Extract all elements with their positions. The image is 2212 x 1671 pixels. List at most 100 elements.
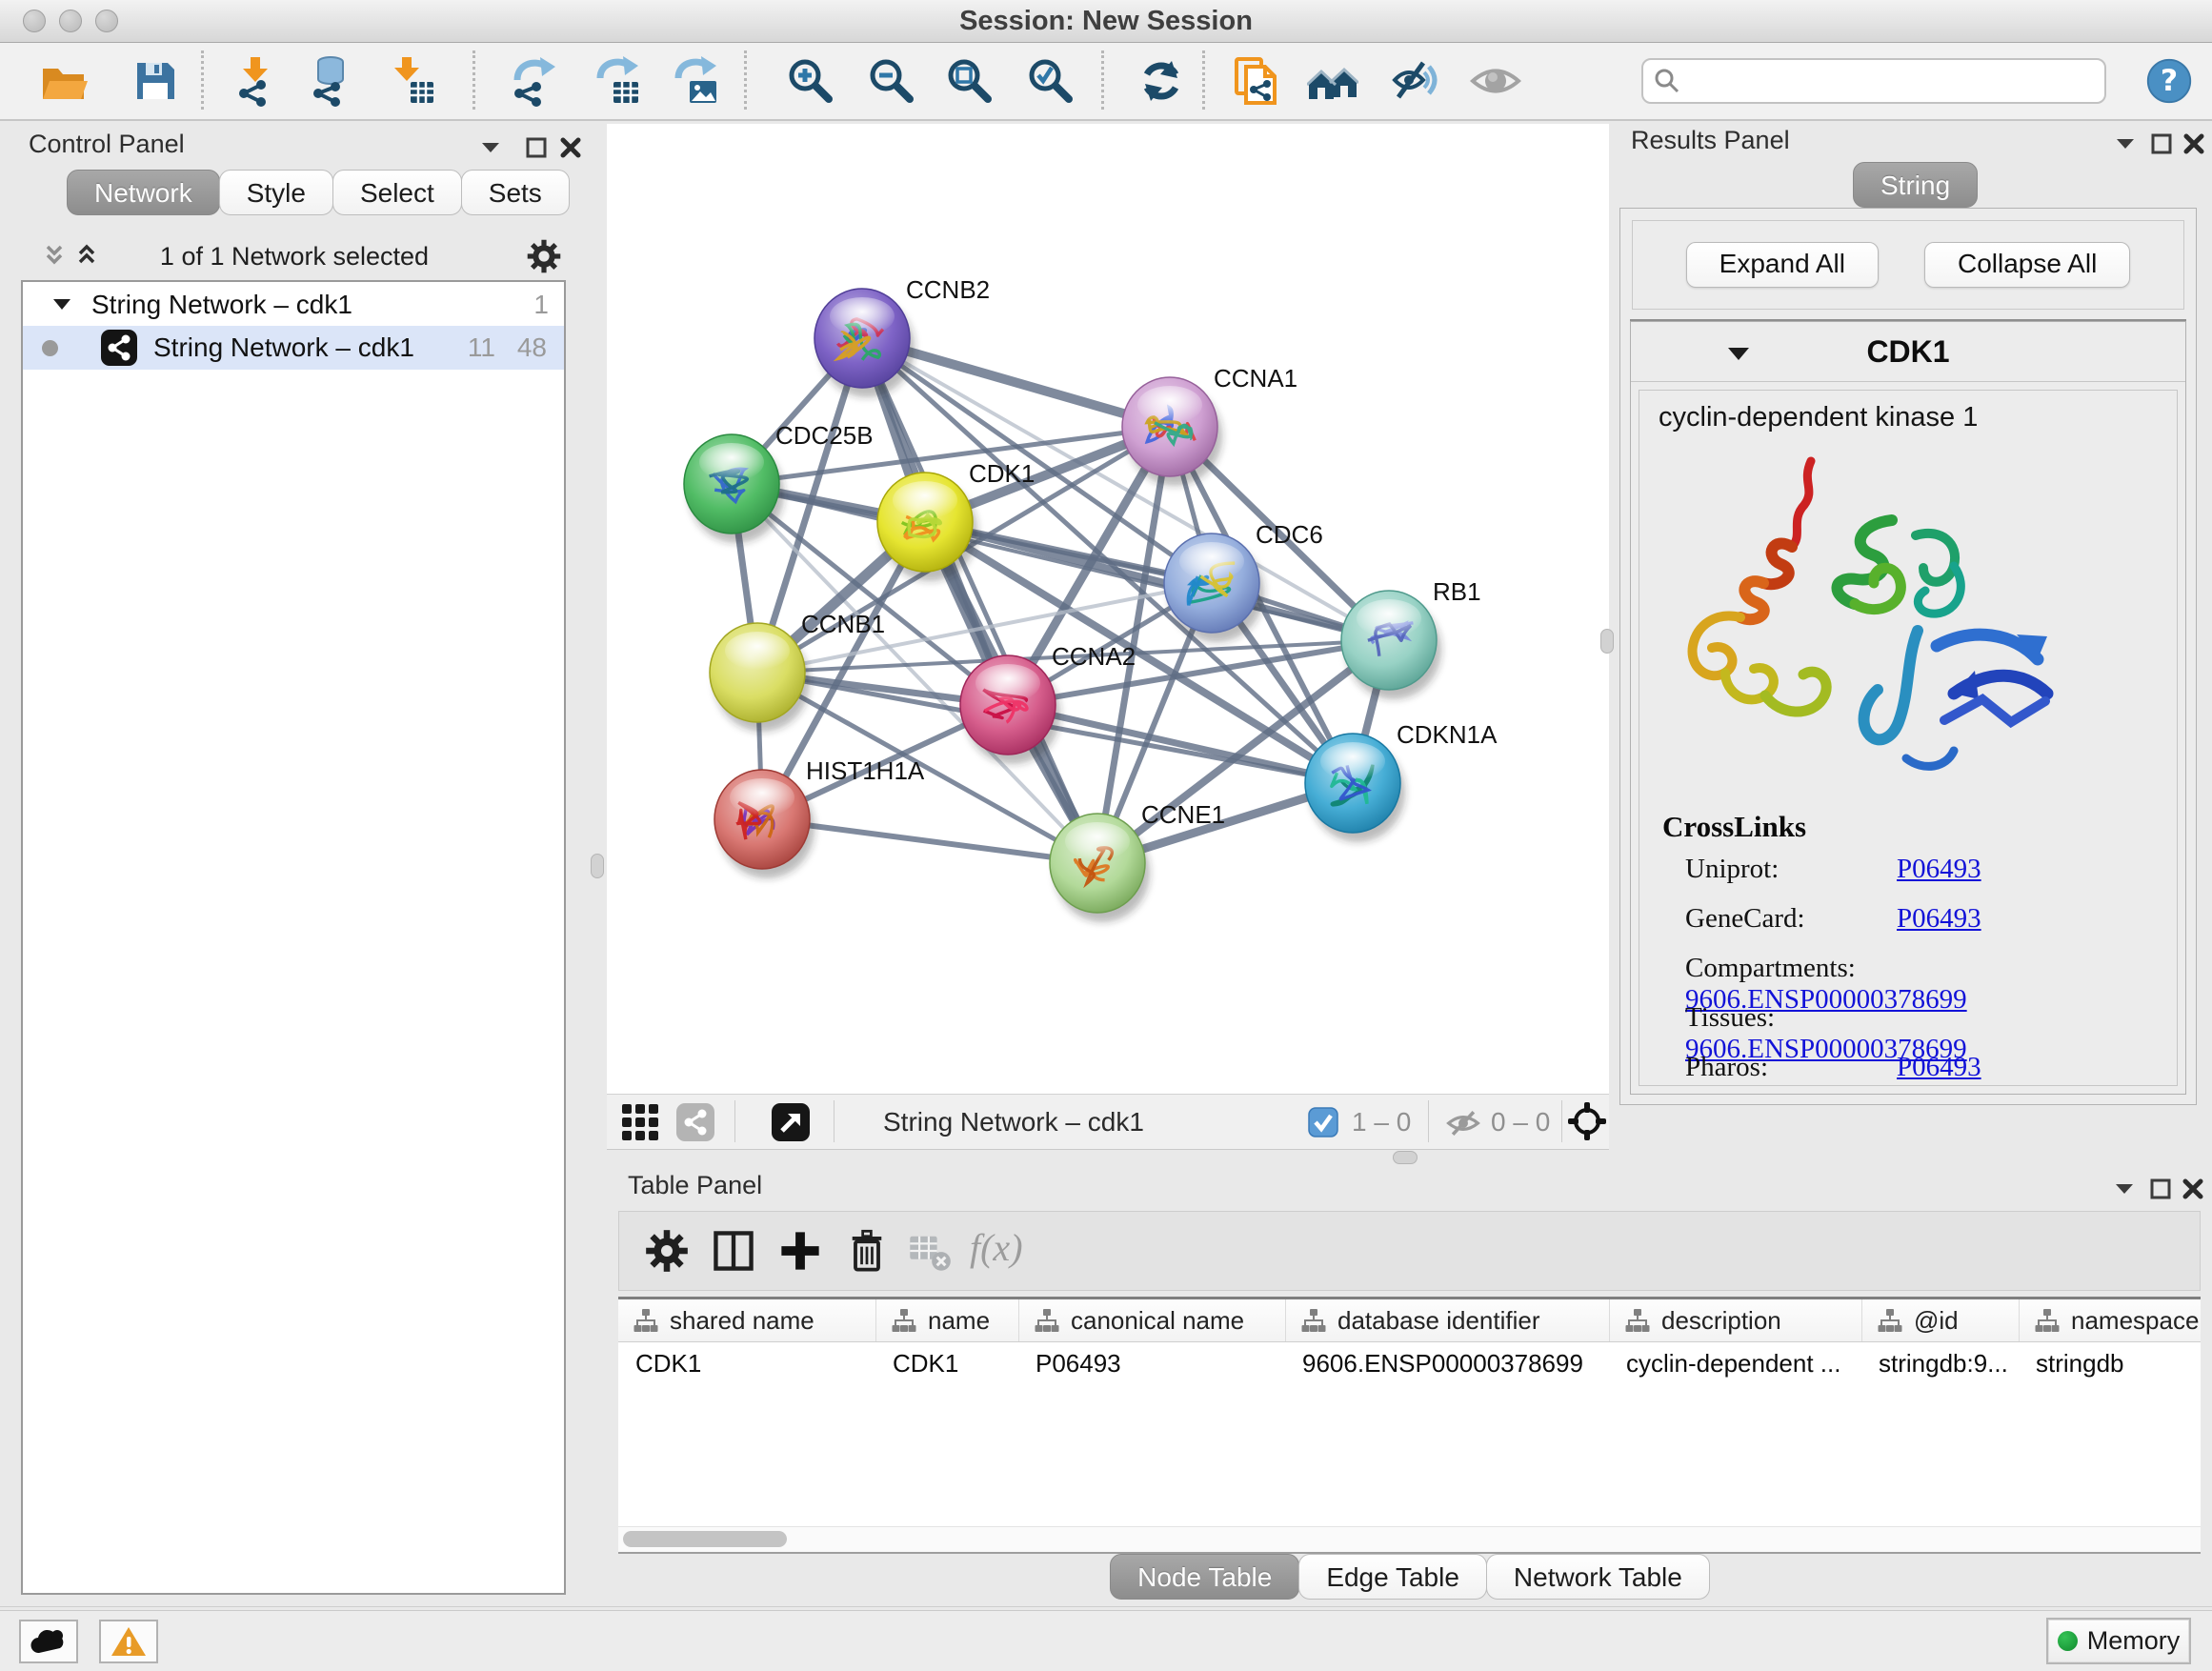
warnings-button[interactable] <box>99 1620 158 1663</box>
tab-node-table[interactable]: Node Table <box>1110 1554 1299 1600</box>
search-input[interactable] <box>1691 66 2095 97</box>
open-session-icon[interactable] <box>38 55 90 107</box>
column-header-description[interactable]: description <box>1609 1299 1861 1341</box>
table-cell[interactable]: P06493 <box>1018 1342 1285 1384</box>
tab-network[interactable]: Network <box>67 170 220 215</box>
collapse-all-button[interactable]: Collapse All <box>1924 242 2130 288</box>
search-field[interactable] <box>1641 58 2106 104</box>
tab-edge-table[interactable]: Edge Table <box>1298 1554 1487 1600</box>
import-network-from-file-icon[interactable] <box>231 55 282 107</box>
crosslink-link[interactable]: P06493 <box>1897 1052 1981 1082</box>
collapse-panel-icon[interactable] <box>2110 1175 2139 1203</box>
table-options-gear-icon[interactable] <box>644 1228 690 1274</box>
zoom-in-icon[interactable] <box>785 55 836 107</box>
node-details-header[interactable]: CDK1 <box>1631 322 2185 382</box>
network-options-gear-icon[interactable] <box>526 238 562 274</box>
network-row-selected[interactable]: String Network – cdk1 11 48 <box>23 326 564 370</box>
section-expander-icon[interactable] <box>1726 345 1751 364</box>
collapse-panel-icon[interactable] <box>2111 130 2140 158</box>
float-panel-icon[interactable] <box>522 133 551 162</box>
column-header-namespace[interactable]: namespace <box>2019 1299 2202 1341</box>
memory-button[interactable]: Memory <box>2046 1618 2191 1664</box>
tab-style[interactable]: Style <box>219 170 333 215</box>
left-splitter-handle[interactable] <box>591 854 604 878</box>
node-RB1[interactable]: RB1 <box>1341 577 1481 699</box>
expand-all-button[interactable]: Expand All <box>1686 242 1879 288</box>
network-collection-row[interactable]: String Network – cdk1 1 <box>23 284 564 326</box>
column-header-shared-name[interactable]: shared name <box>618 1299 875 1341</box>
node-CCNE1[interactable]: CCNE1 <box>1050 800 1225 922</box>
float-panel-icon[interactable] <box>2146 1175 2175 1203</box>
column-header-name[interactable]: name <box>875 1299 1018 1341</box>
table-cell[interactable]: 9606.ENSP00000378699 <box>1285 1342 1609 1384</box>
table-cell[interactable]: cyclin-dependent ... <box>1609 1342 1861 1384</box>
maximize-window-button[interactable] <box>95 10 118 32</box>
network-view: CCNB2 CCNA1 CDC25B CDK1 CDC6RB1 CCNB1 CCNA2 CDK… <box>607 124 1609 1148</box>
node-CCNB2[interactable]: CCNB2 <box>814 275 990 397</box>
crosslink-link[interactable]: P06493 <box>1897 903 1981 934</box>
network-view-toolbar: String Network – cdk1 1 – 0 0 – 0 <box>607 1094 1609 1150</box>
export-table-to-file-icon[interactable] <box>591 55 642 107</box>
network-graph[interactable]: CCNB2 CCNA1 CDC25B CDK1 CDC6RB1 CCNB1 CCNA2 CDK… <box>607 124 1609 1094</box>
grid-view-icon[interactable] <box>620 1102 660 1142</box>
table-cell[interactable]: stringdb:9... <box>1861 1342 2019 1384</box>
right-splitter-handle[interactable] <box>1600 629 1614 654</box>
show-graphics-details-icon[interactable] <box>1470 55 1521 107</box>
import-network-from-database-icon[interactable] <box>305 55 356 107</box>
network-canvas[interactable]: CCNB2 CCNA1 CDC25B CDK1 CDC6RB1 CCNB1 CCNA2 CDK… <box>607 124 1609 1094</box>
zoom-out-icon[interactable] <box>866 55 917 107</box>
tab-string[interactable]: String <box>1853 162 1978 208</box>
show-columns-icon[interactable] <box>711 1228 756 1274</box>
selected-checkbox-icon[interactable] <box>1308 1107 1338 1137</box>
results-panel-tabs: String <box>1853 162 1977 208</box>
create-column-icon[interactable] <box>777 1228 823 1274</box>
table-row[interactable]: CDK1CDK1P064939606.ENSP00000378699cyclin… <box>618 1342 2201 1384</box>
import-table-from-file-icon[interactable] <box>386 55 437 107</box>
column-header--id[interactable]: @id <box>1861 1299 2019 1341</box>
node-CDC6[interactable]: CDC6 <box>1164 520 1323 642</box>
float-panel-icon[interactable] <box>2147 130 2176 158</box>
column-header-canonical-name[interactable]: canonical name <box>1018 1299 1285 1341</box>
export-network-to-file-icon[interactable] <box>506 55 557 107</box>
tab-sets[interactable]: Sets <box>461 170 570 215</box>
open-view-in-window-icon[interactable] <box>771 1102 811 1142</box>
share-view-icon[interactable] <box>675 1102 715 1142</box>
node-label-CDK1: CDK1 <box>969 459 1035 488</box>
share-document-icon[interactable] <box>1231 55 1282 107</box>
help-icon[interactable]: ? <box>2145 57 2193 105</box>
close-panel-icon[interactable] <box>556 133 585 162</box>
tab-select[interactable]: Select <box>332 170 462 215</box>
close-panel-icon[interactable] <box>2179 1175 2207 1203</box>
table-cell[interactable]: CDK1 <box>618 1342 875 1384</box>
birds-eye-navigator-icon[interactable] <box>1567 1101 1607 1141</box>
zoom-fit-content-icon[interactable] <box>944 55 995 107</box>
control-panel-tabs: NetworkStyleSelectSets <box>67 170 569 215</box>
refresh-view-icon[interactable] <box>1136 55 1187 107</box>
home-views-icon[interactable] <box>1307 55 1358 107</box>
save-session-icon[interactable] <box>130 55 181 107</box>
cloud-button[interactable] <box>19 1620 78 1663</box>
hide-graphics-details-icon[interactable] <box>1391 55 1442 107</box>
crosslink-link[interactable]: P06493 <box>1897 854 1981 884</box>
node-CCNA2[interactable]: CCNA2 <box>960 642 1136 764</box>
minimize-window-button[interactable] <box>59 10 82 32</box>
bottom-splitter-handle[interactable] <box>1393 1151 1418 1164</box>
close-panel-icon[interactable] <box>2180 130 2208 158</box>
export-image-icon[interactable] <box>669 55 720 107</box>
close-window-button[interactable] <box>23 10 46 32</box>
delete-column-icon[interactable] <box>844 1228 890 1274</box>
tree-expander-icon[interactable] <box>50 292 74 317</box>
table-cell[interactable]: CDK1 <box>875 1342 1018 1384</box>
node-CDKN1A[interactable]: CDKN1A <box>1305 720 1498 842</box>
zoom-selected-icon[interactable] <box>1025 55 1076 107</box>
tab-network-table[interactable]: Network Table <box>1486 1554 1710 1600</box>
table-cell[interactable]: stringdb <box>2019 1342 2202 1384</box>
node-CDC25B[interactable]: CDC25B <box>684 421 874 543</box>
node-CCNA1[interactable]: CCNA1 <box>1122 364 1297 486</box>
collapse-panel-icon[interactable] <box>476 133 505 162</box>
scrollbar-thumb[interactable] <box>623 1531 787 1547</box>
column-header-database-identifier[interactable]: database identifier <box>1285 1299 1609 1341</box>
node-CCNB1[interactable]: CCNB1 <box>710 610 885 732</box>
horizontal-scrollbar[interactable] <box>618 1526 2201 1552</box>
node-HIST1H1A[interactable]: HIST1H1A <box>714 756 925 878</box>
